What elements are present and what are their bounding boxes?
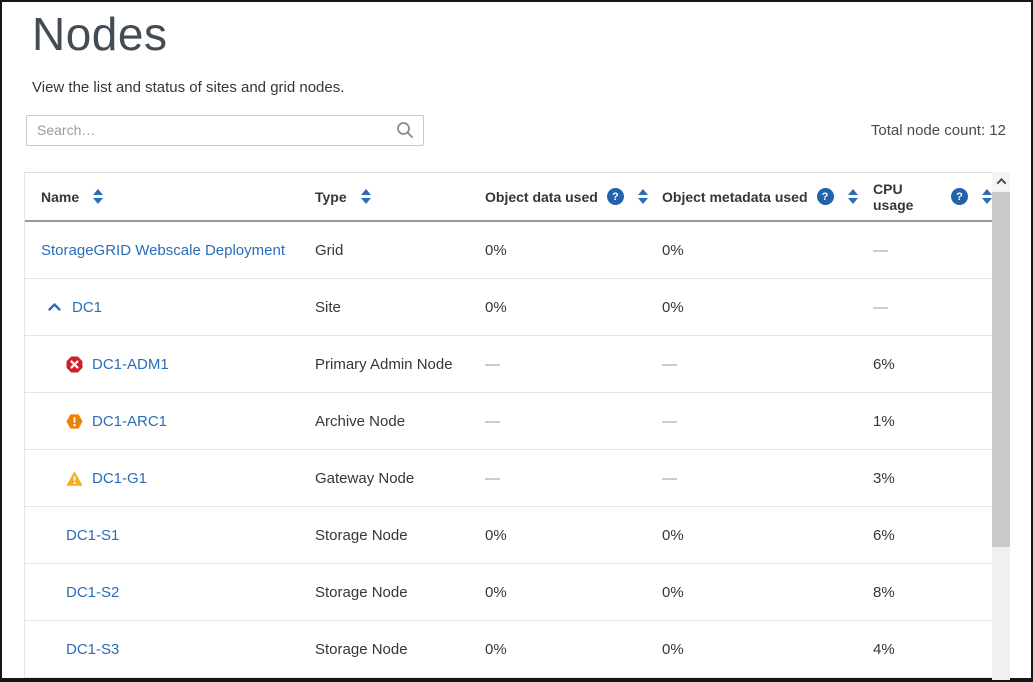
cpu-usage-cell: 3% (871, 470, 992, 487)
cpu-usage-cell: 4% (871, 641, 992, 658)
column-header-type[interactable]: Type (313, 189, 483, 205)
column-header-name[interactable]: Name (25, 189, 313, 205)
table-header-row: Name Type Object data used ? Object meta… (25, 173, 992, 222)
column-header-object-metadata-used[interactable]: Object metadata used ? (660, 188, 871, 205)
table-row: DC1-S3 Storage Node 0% 0% 4% (25, 621, 992, 678)
type-cell: Gateway Node (313, 470, 483, 487)
object-metadata-used-cell: — (660, 470, 871, 487)
name-cell: DC1-S1 (25, 527, 313, 544)
cpu-usage-cell: — (871, 242, 992, 259)
table-controls: Total node count: 12 (26, 114, 1006, 146)
object-data-used-cell: — (483, 470, 660, 487)
cpu-usage-cell: 1% (871, 413, 992, 430)
scrollbar-thumb[interactable] (992, 192, 1010, 547)
column-header-cpu-usage-label: CPU usage (873, 181, 942, 213)
sort-icon[interactable] (361, 189, 371, 204)
object-metadata-used-cell: 0% (660, 527, 871, 544)
search-box (26, 115, 424, 146)
cpu-usage-cell: 6% (871, 356, 992, 373)
table-row: DC1-S2 Storage Node 0% 0% 8% (25, 564, 992, 621)
page-subtitle: View the list and status of sites and gr… (32, 79, 1031, 96)
type-cell: Site (313, 299, 483, 316)
table-row: DC1-G1 Gateway Node — — 3% (25, 450, 992, 507)
object-data-used-cell: 0% (483, 299, 660, 316)
grid-link[interactable]: StorageGRID Webscale Deployment (41, 242, 285, 259)
node-link[interactable]: DC1-S1 (66, 527, 119, 544)
table-scrollbar[interactable] (992, 172, 1010, 680)
object-data-used-cell: 0% (483, 641, 660, 658)
object-data-used-cell: 0% (483, 527, 660, 544)
object-metadata-used-cell: 0% (660, 641, 871, 658)
critical-error-icon (66, 356, 83, 373)
type-cell: Storage Node (313, 641, 483, 658)
cpu-usage-cell: 6% (871, 527, 992, 544)
help-icon[interactable]: ? (817, 188, 834, 205)
column-header-name-label: Name (41, 189, 79, 205)
node-link[interactable]: DC1-S2 (66, 584, 119, 601)
column-header-object-data-used[interactable]: Object data used ? (483, 188, 660, 205)
sort-icon[interactable] (638, 189, 648, 204)
name-cell: DC1 (25, 299, 313, 316)
column-header-type-label: Type (315, 189, 347, 205)
object-metadata-used-cell: — (660, 356, 871, 373)
object-metadata-used-cell: 0% (660, 584, 871, 601)
type-cell: Grid (313, 242, 483, 259)
nodes-page: { "page": { "title": "Nodes", "subtitle"… (0, 0, 1033, 682)
table-row: DC1-ARC1 Archive Node — — 1% (25, 393, 992, 450)
minor-warning-icon (66, 470, 83, 487)
object-metadata-used-cell: 0% (660, 242, 871, 259)
sort-icon[interactable] (848, 189, 858, 204)
node-link[interactable]: DC1-ADM1 (92, 356, 169, 373)
column-header-object-data-used-label: Object data used (485, 189, 598, 205)
column-header-object-metadata-used-label: Object metadata used (662, 189, 808, 205)
object-data-used-cell: 0% (483, 584, 660, 601)
scrollbar-up-arrow-icon[interactable] (992, 172, 1010, 191)
object-metadata-used-cell: 0% (660, 299, 871, 316)
object-data-used-cell: — (483, 356, 660, 373)
type-cell: Archive Node (313, 413, 483, 430)
table-row: DC1 Site 0% 0% — (25, 279, 992, 336)
page-title: Nodes (32, 10, 1031, 58)
total-node-count: Total node count: 12 (871, 122, 1006, 139)
object-data-used-cell: — (483, 413, 660, 430)
nodes-table: Name Type Object data used ? Object meta… (24, 172, 1010, 680)
sort-icon[interactable] (982, 189, 992, 204)
help-icon[interactable]: ? (607, 188, 624, 205)
help-icon[interactable]: ? (951, 188, 968, 205)
name-cell: DC1-ADM1 (25, 356, 313, 373)
node-link[interactable]: DC1-S3 (66, 641, 119, 658)
type-cell: Storage Node (313, 584, 483, 601)
name-cell: DC1-S3 (25, 641, 313, 658)
table-row: StorageGRID Webscale Deployment Grid 0% … (25, 222, 992, 279)
name-cell: DC1-ARC1 (25, 413, 313, 430)
object-data-used-cell: 0% (483, 242, 660, 259)
name-cell: StorageGRID Webscale Deployment (25, 242, 313, 259)
search-icon[interactable] (396, 121, 414, 139)
type-cell: Primary Admin Node (313, 356, 483, 373)
table-row: DC1-S1 Storage Node 0% 0% 6% (25, 507, 992, 564)
object-metadata-used-cell: — (660, 413, 871, 430)
node-link[interactable]: DC1-G1 (92, 470, 147, 487)
major-alert-icon (66, 413, 83, 430)
node-link[interactable]: DC1-ARC1 (92, 413, 167, 430)
cpu-usage-cell: — (871, 299, 992, 316)
cpu-usage-cell: 8% (871, 584, 992, 601)
nodes-table-grid: Name Type Object data used ? Object meta… (24, 172, 992, 678)
search-input[interactable] (26, 115, 424, 146)
type-cell: Storage Node (313, 527, 483, 544)
name-cell: DC1-G1 (25, 470, 313, 487)
site-link[interactable]: DC1 (72, 299, 102, 316)
name-cell: DC1-S2 (25, 584, 313, 601)
table-row: DC1-ADM1 Primary Admin Node — — 6% (25, 336, 992, 393)
column-header-cpu-usage[interactable]: CPU usage ? (871, 181, 992, 213)
collapse-chevron-icon[interactable] (47, 300, 62, 315)
sort-icon[interactable] (93, 189, 103, 204)
